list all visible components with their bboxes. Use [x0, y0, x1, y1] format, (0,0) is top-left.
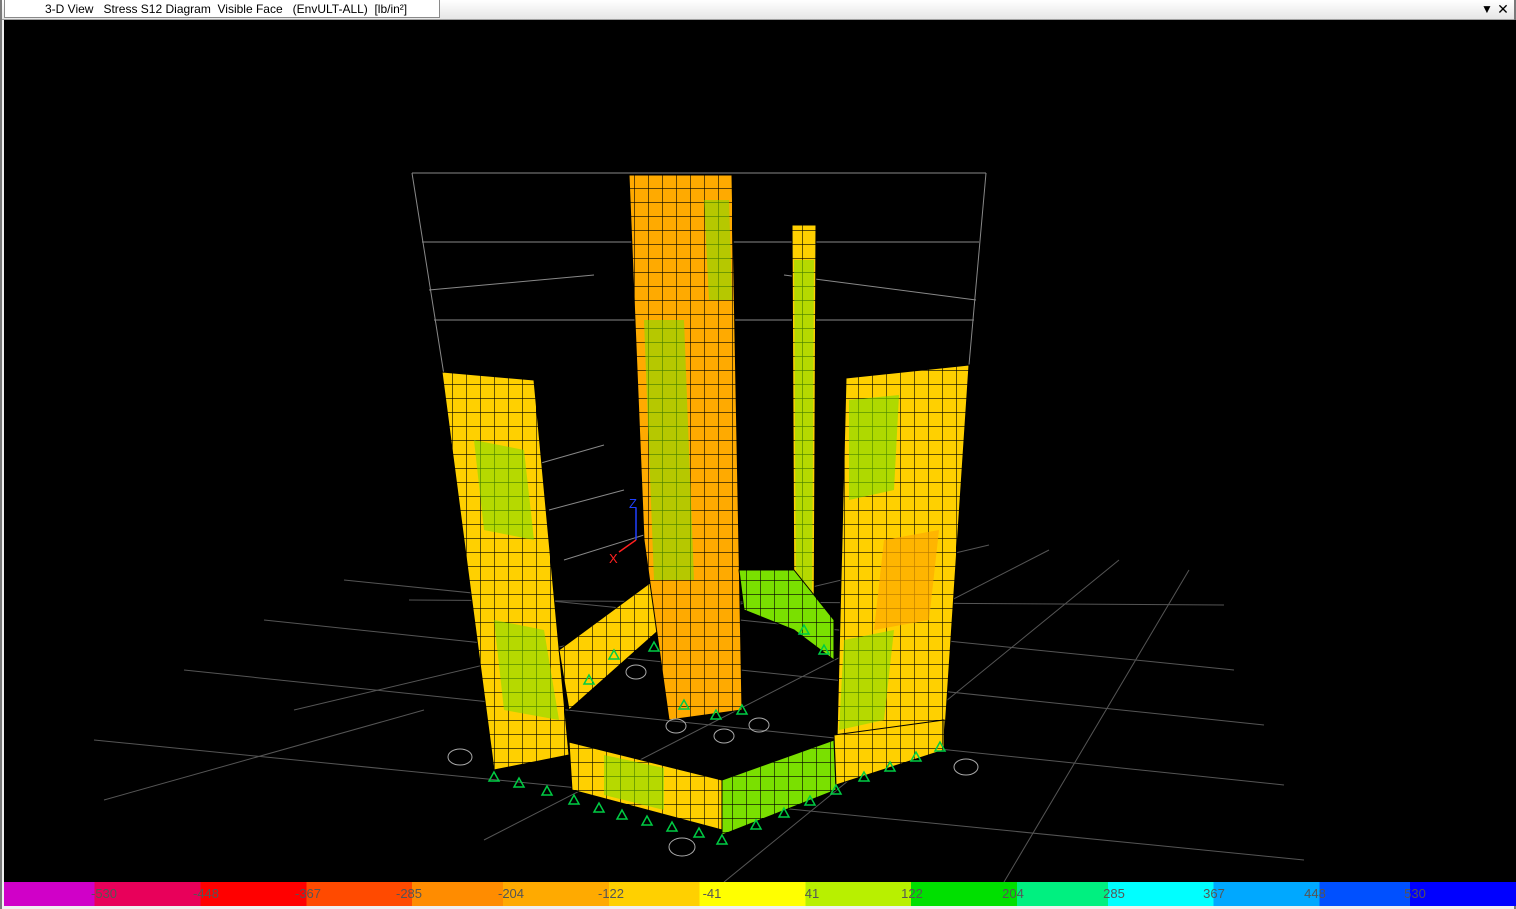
legend-value: -448	[192, 886, 220, 901]
axis-triad	[618, 508, 637, 553]
x-axis-label: X	[609, 551, 618, 566]
close-icon[interactable]: ✕	[1495, 1, 1511, 17]
z-axis-label: Z	[629, 496, 637, 511]
legend-value: -204	[497, 886, 525, 901]
core-arc	[738, 569, 835, 661]
legend-value: 204	[1002, 886, 1024, 901]
legend-value: -122	[597, 886, 625, 901]
model-canvas: Z X	[93, 172, 1305, 882]
legend-value: -41	[702, 886, 722, 901]
curved-wall	[558, 579, 660, 711]
legend-value: -530	[90, 886, 118, 901]
bottom-right-wall	[721, 739, 837, 836]
title-bar: 3-D View Stress S12 Diagram Visible Face…	[2, 0, 1514, 20]
legend-value: 530	[1404, 886, 1426, 901]
stress-color-legend: -530 -448 -367 -285 -204 -122 -41 41 122…	[4, 882, 1516, 906]
legend-value: 448	[1304, 886, 1326, 901]
legend-value: 41	[804, 886, 820, 901]
legend-value: -367	[294, 886, 322, 901]
3d-viewport[interactable]: Z X	[4, 20, 1516, 882]
view-tab[interactable]: 3-D View Stress S12 Diagram Visible Face…	[4, 0, 440, 18]
legend-value: 285	[1103, 886, 1125, 901]
legend-value: 367	[1203, 886, 1225, 901]
app-window: 3-D View Stress S12 Diagram Visible Face…	[0, 0, 1516, 909]
legend-value: -285	[395, 886, 423, 901]
legend-value: 122	[901, 886, 923, 901]
chevron-down-icon[interactable]: ▼	[1479, 1, 1495, 17]
